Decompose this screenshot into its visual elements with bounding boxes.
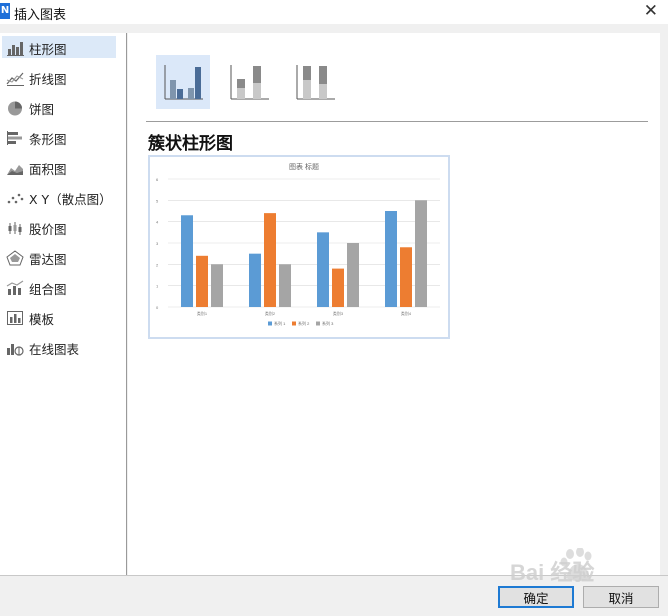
bar-series3-4 (415, 200, 427, 307)
sidebar-item-template[interactable]: 模板 (0, 303, 126, 333)
sidebar-item-online-chart[interactable]: 在线图表 (0, 333, 126, 363)
bar-series1-3 (317, 232, 329, 307)
area-chart-icon (6, 160, 24, 176)
bar-chart-icon (6, 40, 24, 56)
title-bar: N 插入图表 ✕ (0, 0, 668, 24)
x-tick-label: 类别2 (265, 310, 276, 316)
subtype-stacked-column[interactable] (222, 55, 276, 109)
chart-title: 图表 标题 (289, 162, 319, 171)
subtype-clustered-column[interactable] (156, 55, 210, 109)
x-tick-label: 类别4 (401, 310, 412, 316)
legend-swatch (268, 321, 272, 326)
y-tick-label: 2 (156, 262, 159, 267)
chart-preview-panel: 簇状柱形图 图表 标题 0 1 2 3 4 5 6 类别1 类别2 类别3 类别4 系列 1 系列 2 系列… (128, 33, 660, 575)
sidebar-item-label: 面积图 (29, 161, 67, 177)
sidebar-item-horizontal-bar[interactable]: 条形图 (0, 123, 126, 153)
sidebar-item-bar-chart[interactable]: 柱形图 (0, 33, 126, 63)
legend-label: 系列 1 (274, 320, 286, 326)
online-chart-icon (6, 340, 24, 356)
subtype-row (156, 55, 354, 111)
sidebar-item-label: 柱形图 (29, 41, 67, 57)
sidebar-item-line-chart[interactable]: 折线图 (0, 63, 126, 93)
line-chart-icon (6, 70, 24, 86)
pie-chart-icon (6, 100, 24, 116)
cancel-button[interactable]: 取消 (583, 586, 659, 608)
window-title: 插入图表 (14, 8, 67, 23)
preview-chart-svg: 图表 标题 0 1 2 3 4 5 6 类别1 类别2 类别3 类别4 系列 1 系列 2 系列 3 (156, 162, 440, 326)
bar-series1-1 (181, 215, 193, 307)
sidebar-item-stock-chart[interactable]: 股价图 (0, 213, 126, 243)
subtype-percent-stacked-column[interactable] (288, 55, 342, 109)
bar-series3-1 (211, 264, 223, 307)
sidebar-item-scatter-chart[interactable]: X Y（散点图） (0, 183, 126, 213)
legend-swatch (292, 321, 296, 326)
y-tick-label: 3 (156, 241, 159, 246)
sidebar-item-label: 在线图表 (29, 341, 80, 357)
sidebar-item-label: 股价图 (29, 221, 67, 237)
bar-series3-2 (279, 264, 291, 307)
template-icon (6, 310, 24, 326)
x-tick-label: 类别3 (333, 310, 344, 316)
ok-button[interactable]: 确定 (498, 586, 574, 608)
bar-series2-1 (196, 255, 208, 307)
chart-type-title: 簇状柱形图 (148, 134, 233, 154)
sidebar-item-combo-chart[interactable]: 组合图 (0, 273, 126, 303)
chart-preview: 图表 标题 0 1 2 3 4 5 6 类别1 类别2 类别3 类别4 系列 1 系列 2 系列 3 (148, 155, 450, 339)
sidebar-item-label: X Y（散点图） (29, 191, 112, 207)
bar-series2-3 (332, 268, 344, 307)
y-tick-label: 0 (156, 305, 159, 310)
close-button[interactable]: ✕ (644, 1, 658, 21)
x-tick-label: 类别1 (197, 310, 208, 316)
stock-chart-icon (6, 220, 24, 236)
percent-stacked-column-icon (296, 65, 335, 100)
combo-chart-icon (6, 280, 24, 296)
sidebar-item-area-chart[interactable]: 面积图 (0, 153, 126, 183)
sidebar-item-label: 饼图 (29, 101, 55, 117)
sidebar-item-pie-chart[interactable]: 饼图 (0, 93, 126, 123)
baidu-watermark-logo: Bai 经验 (510, 548, 594, 585)
svg-text:Bai 经验: Bai 经验 (510, 560, 594, 585)
sidebar-item-label: 模板 (29, 311, 55, 327)
bar-series1-4 (385, 211, 397, 307)
sidebar-item-label: 组合图 (29, 281, 67, 297)
legend-label: 系列 2 (298, 320, 310, 326)
sidebar-item-label: 折线图 (29, 71, 67, 87)
legend-label: 系列 3 (322, 320, 334, 326)
bar-series2-4 (400, 247, 412, 307)
radar-chart-icon (6, 250, 24, 266)
scatter-chart-icon (6, 190, 24, 206)
sidebar-item-label: 雷达图 (29, 251, 67, 267)
y-tick-label: 4 (156, 220, 159, 225)
bar-series3-3 (347, 243, 359, 307)
bar-series1-2 (249, 253, 261, 307)
app-icon: N (0, 3, 10, 19)
stacked-column-icon (230, 65, 269, 100)
y-tick-label: 1 (156, 284, 159, 289)
chart-type-sidebar: 柱形图折线图饼图条形图面积图 X Y（散点图） 股价图雷达图组合图模板在线图表 (0, 33, 127, 575)
divider (146, 121, 648, 122)
sidebar-item-radar-chart[interactable]: 雷达图 (0, 243, 126, 273)
clustered-column-icon (164, 65, 203, 100)
bar-series2-2 (264, 213, 276, 307)
sidebar-item-label: 条形图 (29, 131, 67, 147)
y-tick-label: 6 (156, 177, 159, 182)
legend-swatch (316, 321, 320, 326)
horizontal-bar-icon (6, 130, 24, 146)
y-tick-label: 5 (156, 198, 159, 203)
